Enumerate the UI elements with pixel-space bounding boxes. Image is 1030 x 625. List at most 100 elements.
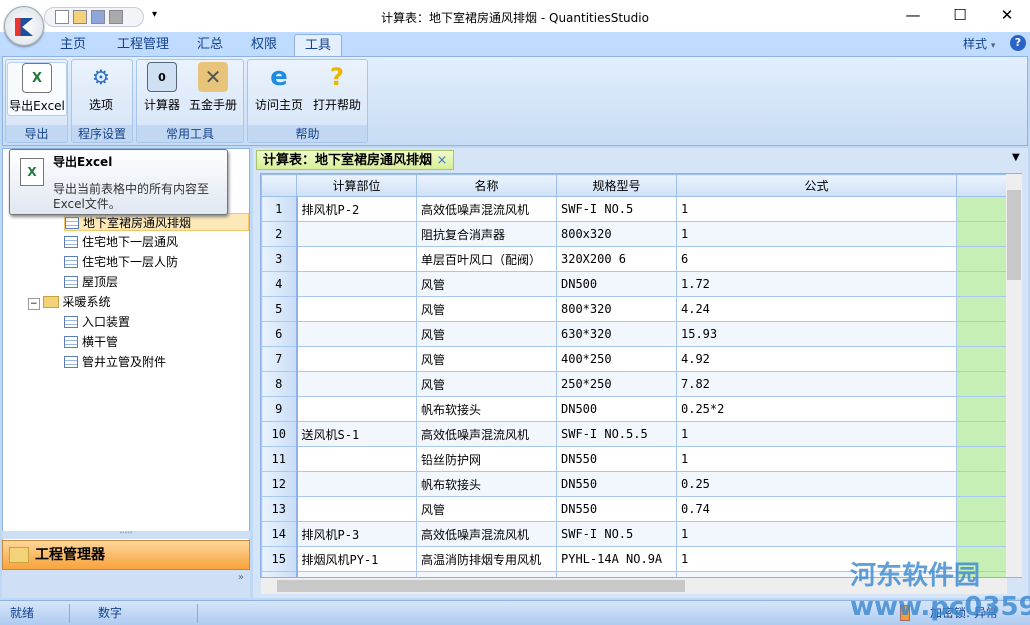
table-cell[interactable] [296, 446, 417, 472]
result-cell[interactable] [956, 346, 1009, 372]
table-cell[interactable]: DN550 [556, 446, 677, 472]
table-cell[interactable] [296, 371, 417, 397]
expand-icon[interactable]: » [238, 572, 244, 583]
export-excel-button[interactable]: X 导出Excel [7, 62, 67, 116]
table-cell[interactable]: 320X200 6 [556, 246, 677, 272]
options-button[interactable]: ⚙ 选项 [74, 62, 128, 116]
row-number[interactable]: 5 [261, 296, 298, 322]
table-cell[interactable]: 6 [676, 246, 957, 272]
table-row[interactable]: 14 排风机P-3 高效低噪声混流风机 SWF-I NO.5 1 [261, 521, 1009, 547]
tab-summary[interactable]: 汇总 [188, 34, 232, 56]
column-header[interactable] [956, 174, 1009, 197]
table-cell[interactable]: 帆布软接头 [416, 396, 557, 422]
calculator-button[interactable]: 0 计算器 [139, 62, 185, 116]
row-number[interactable]: 15 [261, 546, 298, 572]
table-row[interactable]: 12 帆布软接头 DN550 0.25 [261, 471, 1009, 497]
table-cell[interactable]: 风管 [416, 371, 557, 397]
table-cell[interactable]: 630*320 [556, 321, 677, 347]
open-folder-icon[interactable] [73, 10, 87, 24]
visit-homepage-button[interactable]: e 访问主页 [250, 62, 308, 116]
table-cell[interactable]: 0.25*2 [676, 396, 957, 422]
table-cell[interactable]: SWF-I NO.5.5 [556, 421, 677, 447]
table-cell[interactable]: DN500 [556, 271, 677, 297]
scroll-thumb[interactable] [277, 580, 685, 592]
table-cell[interactable]: DN550 [556, 496, 677, 522]
table-cell[interactable]: 单层百叶风口（配阀） [416, 246, 557, 272]
row-number[interactable]: 12 [261, 471, 298, 497]
result-cell[interactable] [956, 421, 1009, 447]
table-cell[interactable]: 风管 [416, 496, 557, 522]
table-cell[interactable] [296, 471, 417, 497]
table-cell[interactable] [296, 221, 417, 247]
scroll-thumb[interactable] [1007, 190, 1021, 280]
table-cell[interactable]: DN500 [556, 396, 677, 422]
table-cell[interactable]: 铅丝防护网 [416, 446, 557, 472]
table-row[interactable]: 2 阻抗复合消声器 800x320 1 [261, 221, 1009, 247]
table-row[interactable]: 5 风管 800*320 4.24 [261, 296, 1009, 322]
table-cell[interactable]: 800*320 [556, 296, 677, 322]
new-file-icon[interactable] [55, 10, 69, 24]
tree-item[interactable]: 管井立管及附件 [64, 353, 166, 371]
project-manager-button[interactable]: 工程管理器 [2, 540, 250, 570]
row-number[interactable]: 6 [261, 321, 298, 347]
qat-dropdown-icon[interactable]: ▾ [152, 9, 157, 20]
result-cell[interactable] [956, 271, 1009, 297]
table-cell[interactable]: 1 [676, 521, 957, 547]
minimize-button[interactable]: — [890, 4, 936, 28]
tree-item[interactable]: 地下室裙房通风排烟 [64, 213, 249, 231]
tab-home[interactable]: 主页 [50, 34, 96, 56]
tab-permissions[interactable]: 权限 [242, 34, 286, 56]
table-cell[interactable] [296, 271, 417, 297]
select-all-corner[interactable] [261, 174, 297, 197]
column-header[interactable]: 规格型号 [556, 174, 677, 197]
table-cell[interactable]: 排烟风机PY-1 [296, 546, 417, 572]
tab-project[interactable]: 工程管理 [108, 34, 178, 56]
table-row[interactable]: 1 排风机P-2 高效低噪声混流风机 SWF-I NO.5 1 [261, 196, 1009, 222]
table-row[interactable]: 10 送风机S-1 高效低噪声混流风机 SWF-I NO.5.5 1 [261, 421, 1009, 447]
close-button[interactable]: ✕ [984, 4, 1030, 28]
table-cell[interactable]: SWF-I NO.5 [556, 521, 677, 547]
table-cell[interactable]: 4.24 [676, 296, 957, 322]
table-cell[interactable] [296, 246, 417, 272]
help-icon[interactable]: ? [1010, 35, 1026, 51]
tree-folder[interactable]: − 采暖系统 [28, 293, 111, 311]
table-cell[interactable]: 高效低噪声混流风机 [416, 196, 557, 222]
row-number[interactable]: 1 [261, 196, 298, 222]
table-cell[interactable]: 4.92 [676, 346, 957, 372]
maximize-button[interactable]: ☐ [937, 4, 983, 28]
table-row[interactable]: 6 风管 630*320 15.93 [261, 321, 1009, 347]
hardware-manual-button[interactable]: ✕ 五金手册 [184, 62, 242, 116]
table-row[interactable]: 3 单层百叶风口（配阀） 320X200 66 [261, 246, 1009, 272]
result-cell[interactable] [956, 371, 1009, 397]
table-cell[interactable]: 高效低噪声混流风机 [416, 521, 557, 547]
result-cell[interactable] [956, 196, 1009, 222]
row-number[interactable]: 7 [261, 346, 298, 372]
table-row[interactable]: 9 帆布软接头 DN500 0.25*2 [261, 396, 1009, 422]
row-number[interactable]: 3 [261, 246, 298, 272]
table-cell[interactable]: 阻抗复合消声器 [416, 221, 557, 247]
tab-tools[interactable]: 工具 [294, 34, 342, 56]
table-cell[interactable]: 帆布软接头 [416, 471, 557, 497]
table-cell[interactable]: 风管 [416, 296, 557, 322]
table-row[interactable]: 8 风管 250*250 7.82 [261, 371, 1009, 397]
table-row[interactable]: 7 风管 400*250 4.92 [261, 346, 1009, 372]
table-cell[interactable]: 排风机P-3 [296, 521, 417, 547]
table-cell[interactable]: SWF-I NO.5 [556, 196, 677, 222]
table-cell[interactable]: 送风机S-1 [296, 421, 417, 447]
table-cell[interactable]: 风管 [416, 321, 557, 347]
column-header[interactable]: 名称 [416, 174, 557, 197]
table-cell[interactable] [296, 496, 417, 522]
splitter-handle[interactable]: '''''''' [2, 531, 250, 539]
table-cell[interactable] [296, 321, 417, 347]
result-cell[interactable] [956, 296, 1009, 322]
result-cell[interactable] [956, 521, 1009, 547]
table-cell[interactable]: PYHL-14A NO.9A [556, 546, 677, 572]
row-number[interactable]: 11 [261, 446, 298, 472]
tree-item[interactable]: 住宅地下一层人防 [64, 253, 178, 271]
table-cell[interactable]: 400*250 [556, 346, 677, 372]
row-number[interactable]: 2 [261, 221, 298, 247]
table-cell[interactable] [296, 296, 417, 322]
result-cell[interactable] [956, 396, 1009, 422]
tree-item[interactable]: 住宅地下一层通风 [64, 233, 178, 251]
result-cell[interactable] [956, 446, 1009, 472]
